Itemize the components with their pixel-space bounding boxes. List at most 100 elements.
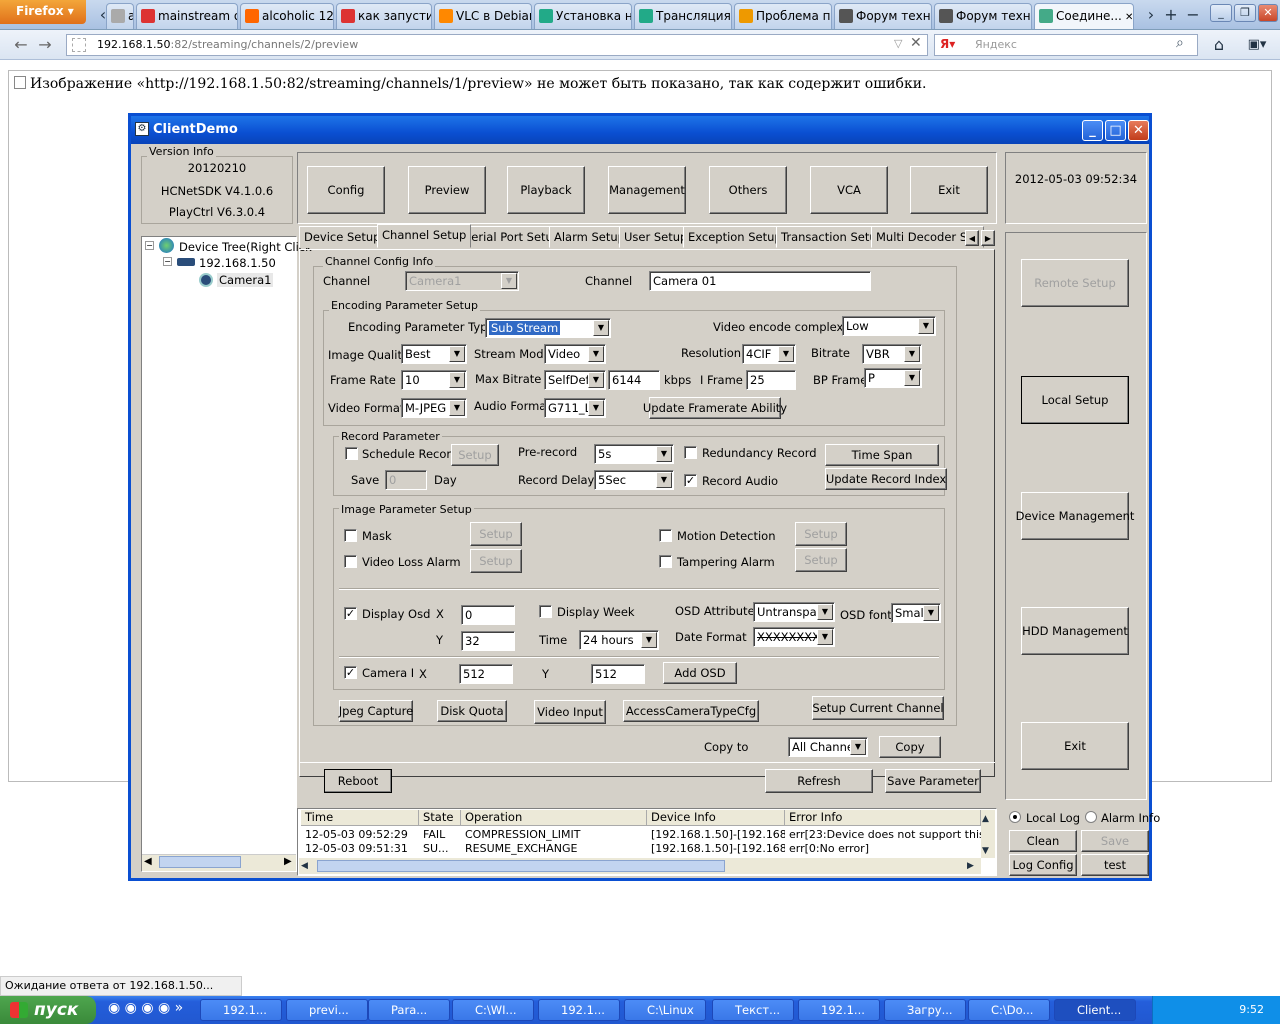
bitrate-select[interactable]: VBR ▼ <box>862 344 922 364</box>
tree-camera[interactable]: Camera1 <box>217 273 274 287</box>
disk-quota-button[interactable]: Disk Quota <box>437 700 507 722</box>
taskbar-item[interactable]: Загру... <box>884 999 966 1021</box>
window-title-bar[interactable]: ClientDemo <box>131 116 1149 144</box>
reboot-button[interactable]: Reboot <box>324 769 392 793</box>
frame-rate-select[interactable]: 10 ▼ <box>401 370 467 390</box>
complexity-select[interactable]: Low ▼ <box>842 316 936 336</box>
tab-next-icon[interactable]: ▶ <box>981 230 995 246</box>
copy-button[interactable]: Copy <box>879 736 941 758</box>
video-input-button[interactable]: Video Input <box>534 700 606 724</box>
taskbar-item[interactable]: 192.1... <box>200 999 282 1021</box>
prerecord-select[interactable]: 5s ▼ <box>594 444 674 464</box>
browser-tab[interactable]: Проблема пр... <box>734 3 832 29</box>
new-tab-icon[interactable]: + <box>1160 4 1182 26</box>
minimize-icon[interactable]: _ <box>1082 120 1103 141</box>
scroll-up-icon[interactable]: ▲ <box>982 812 989 826</box>
hdd-management-button[interactable]: HDD Management <box>1021 607 1129 655</box>
taskbar-item[interactable]: C:\Do... <box>968 999 1050 1021</box>
record-delay-select[interactable]: 5Sec ▼ <box>594 470 674 490</box>
main-button-others[interactable]: Others <box>709 166 787 214</box>
tampering-setup-button[interactable]: Setup <box>795 548 847 572</box>
tab-scroll-right-icon[interactable]: › <box>1140 4 1162 26</box>
browser-tab[interactable]: a... <box>106 3 134 29</box>
osd-attribute-select[interactable]: Untranspare ▼ <box>753 602 835 622</box>
taskbar-item[interactable]: previ... <box>286 999 368 1021</box>
device-tree[interactable] <box>141 236 297 872</box>
setup-current-channel-button[interactable]: Setup Current Channel <box>812 696 944 720</box>
browser-tab[interactable]: Установка н... <box>534 3 632 29</box>
firefox-menu-button[interactable]: Firefox ▾ <box>0 0 86 24</box>
save-parameter-button[interactable]: Save Parameter <box>885 769 981 793</box>
tree-scroll-thumb[interactable] <box>159 856 241 868</box>
tab-channel-setup[interactable]: Channel Setup <box>377 224 472 248</box>
audio-format-select[interactable]: G711_L ▼ <box>544 398 606 418</box>
max-bitrate-select[interactable]: SelfDef ▼ <box>544 370 606 390</box>
bp-frame-select[interactable]: P ▼ <box>864 368 922 388</box>
mask-setup-button[interactable]: Setup <box>470 522 522 546</box>
taskbar-item[interactable]: 192.1... <box>798 999 880 1021</box>
camera-y-input[interactable]: 512 <box>591 664 645 684</box>
copy-channel-select[interactable]: All Channels ▼ <box>788 737 868 757</box>
tab-alarm-setup[interactable]: Alarm Setup <box>549 226 630 248</box>
quick-launch-icons[interactable]: ◉ ◉ ◉ ◉ » <box>108 1000 183 1016</box>
browser-tab[interactable]: как запусти... <box>336 3 432 29</box>
log-config-button[interactable]: Log Config <box>1009 854 1077 876</box>
display-osd-checkbox[interactable]: ✓ <box>344 607 357 620</box>
display-week-checkbox[interactable] <box>539 605 552 618</box>
osd-font-select[interactable]: Small ▼ <box>891 603 941 623</box>
save-days-input[interactable]: 0 <box>385 470 427 490</box>
scroll-left-icon[interactable]: ◀ <box>144 855 152 869</box>
clean-log-button[interactable]: Clean <box>1009 830 1077 852</box>
iframe-input[interactable]: 25 <box>746 370 796 390</box>
exit-button[interactable]: Exit <box>1021 722 1129 770</box>
remote-setup-button[interactable]: Remote Setup <box>1021 259 1129 307</box>
taskbar-item[interactable]: Para... <box>368 999 450 1021</box>
main-button-management[interactable]: Management <box>608 166 686 214</box>
browser-tab[interactable]: alcoholic 120... <box>240 3 334 29</box>
forward-icon[interactable]: → <box>34 34 56 56</box>
browser-tab[interactable]: Трансляция ... <box>634 3 732 29</box>
log-column-header[interactable]: State <box>419 810 461 826</box>
time-span-button[interactable]: Time Span <box>825 444 939 466</box>
log-column-header[interactable]: Time <box>301 810 419 826</box>
taskbar-item[interactable]: Client... <box>1054 999 1136 1021</box>
local-setup-button[interactable]: Local Setup <box>1021 376 1129 424</box>
maximize-icon[interactable]: □ <box>1105 120 1126 141</box>
minimize-window-icon[interactable]: _ <box>1210 4 1232 22</box>
close-tab-icon[interactable]: ✕ <box>1122 12 1133 23</box>
tree-collapse-icon[interactable]: − <box>163 257 172 266</box>
stream-mode-select[interactable]: Video ▼ <box>544 344 606 364</box>
close-icon[interactable]: ✕ <box>1128 120 1149 141</box>
history-dropdown-icon[interactable]: ▽ <box>894 37 902 50</box>
main-button-config[interactable]: Config <box>307 166 385 214</box>
test-button[interactable]: test <box>1081 854 1149 876</box>
mask-checkbox[interactable] <box>344 529 357 542</box>
yandex-icon[interactable]: Я▾ <box>940 37 955 51</box>
save-log-button[interactable]: Save <box>1081 830 1149 852</box>
tampering-checkbox[interactable] <box>659 555 672 568</box>
browser-tab[interactable]: Соедине... ✕ <box>1034 3 1134 29</box>
log-column-header[interactable]: Operation <box>461 810 647 826</box>
main-button-vca[interactable]: VCA <box>810 166 888 214</box>
add-osd-button[interactable]: Add OSD <box>663 662 737 684</box>
video-loss-checkbox[interactable] <box>344 555 357 568</box>
record-audio-checkbox[interactable]: ✓ <box>684 474 697 487</box>
access-camera-type-button[interactable]: AccessCameraTypeCfg <box>623 700 759 722</box>
taskbar-item[interactable]: C:\WI... <box>452 999 534 1021</box>
tab-device-setup[interactable]: Device Setup <box>299 226 386 248</box>
taskbar-item[interactable]: Текст... <box>712 999 794 1021</box>
resolution-select[interactable]: 4CIF ▼ <box>742 344 796 364</box>
log-scroll-thumb[interactable] <box>317 860 725 872</box>
time-format-select[interactable]: 24 hours ▼ <box>579 630 659 650</box>
tab-prev-icon[interactable]: ◀ <box>965 230 979 246</box>
tree-root[interactable]: Device Tree(Right Click <box>179 240 312 254</box>
jpeg-capture-button[interactable]: Jpeg Capture <box>339 700 413 722</box>
motion-detection-checkbox[interactable] <box>659 529 672 542</box>
update-framerate-button[interactable]: Update Framerate Ability <box>643 397 787 419</box>
schedule-record-checkbox[interactable] <box>345 447 358 460</box>
alarm-info-radio[interactable] <box>1085 811 1097 823</box>
osd-y-input[interactable]: 32 <box>461 631 515 651</box>
max-bitrate-input[interactable]: 6144 <box>608 370 660 390</box>
quality-select[interactable]: Best ▼ <box>401 344 467 364</box>
video-format-select[interactable]: M-JPEG ▼ <box>401 398 467 418</box>
